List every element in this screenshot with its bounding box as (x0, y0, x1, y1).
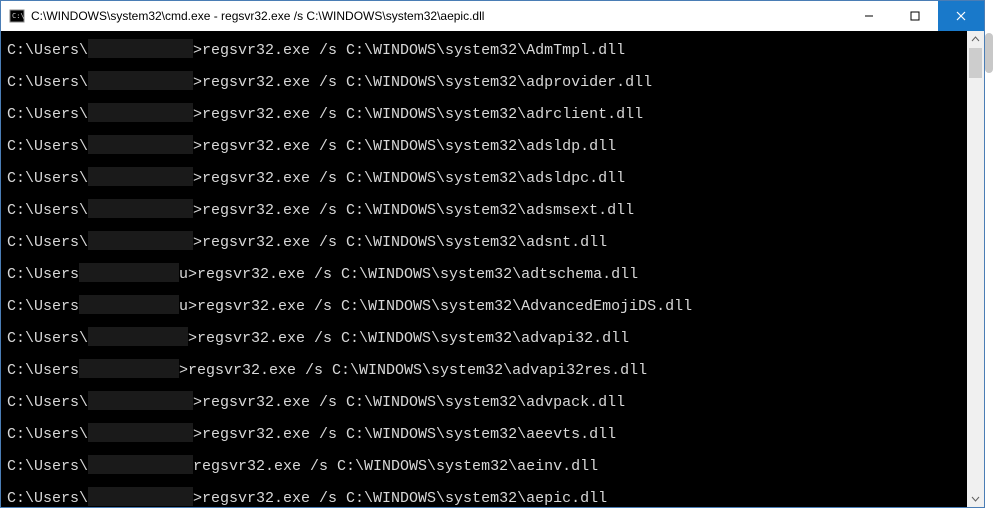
redacted-username (88, 327, 188, 346)
prompt-prefix: C:\Users\ (7, 106, 88, 123)
prompt-prefix: C:\Users\ (7, 426, 88, 443)
prompt-prefix: C:\Users\ (7, 458, 88, 475)
cmd-window: C:\ C:\WINDOWS\system32\cmd.exe - regsvr… (0, 0, 985, 508)
redacted-username (88, 423, 193, 442)
redacted-username (88, 167, 193, 186)
terminal-line: C:\Users\ >regsvr32.exe /s C:\WINDOWS\sys… (7, 387, 961, 419)
terminal-line: C:\Users\ >regsvr32.exe /s C:\WINDOWS\sys… (7, 227, 961, 259)
command-text: >regsvr32.exe /s C:\WINDOWS\system32\Adm… (193, 42, 625, 59)
prompt-prefix: C:\Users\ (7, 170, 88, 187)
prompt-prefix: C:\Users\ (7, 74, 88, 91)
terminal-line: C:\Users\ >regsvr32.exe /s C:\WINDOWS\sys… (7, 483, 961, 507)
command-text: u>regsvr32.exe /s C:\WINDOWS\system32\Ad… (179, 298, 692, 315)
command-text: >regsvr32.exe /s C:\WINDOWS\system32\adv… (188, 330, 629, 347)
redacted-username (88, 39, 193, 58)
terminal-line: C:\Users u>regsvr32.exe /s C:\WINDOWS\sys… (7, 291, 961, 323)
window-title: C:\WINDOWS\system32\cmd.exe - regsvr32.e… (31, 9, 846, 23)
redacted-username (79, 263, 179, 282)
terminal-line: C:\Users >regsvr32.exe /s C:\WINDOWS\syst… (7, 355, 961, 387)
scrollbar-track[interactable] (967, 48, 984, 490)
redacted-username (88, 231, 193, 250)
redacted-username (88, 487, 193, 506)
redacted-username (88, 199, 193, 218)
svg-text:C:\: C:\ (12, 12, 25, 20)
terminal-line: C:\Users\ >regsvr32.exe /s C:\WINDOWS\sys… (7, 35, 961, 67)
scroll-up-button[interactable] (967, 31, 984, 48)
command-text: >regsvr32.exe /s C:\WINDOWS\system32\ads… (193, 234, 607, 251)
prompt-prefix: C:\Users (7, 298, 79, 315)
terminal-line: C:\Users\ >regsvr32.exe /s C:\WINDOWS\sys… (7, 131, 961, 163)
vertical-scrollbar[interactable] (967, 31, 984, 507)
command-text: >regsvr32.exe /s C:\WINDOWS\system32\aee… (193, 426, 616, 443)
redacted-username (88, 103, 193, 122)
prompt-prefix: C:\Users (7, 266, 79, 283)
prompt-prefix: C:\Users\ (7, 202, 88, 219)
maximize-button[interactable] (892, 1, 938, 31)
command-text: >regsvr32.exe /s C:\WINDOWS\system32\ads… (193, 170, 625, 187)
prompt-prefix: C:\Users\ (7, 490, 88, 507)
terminal-line: C:\Users\ >regsvr32.exe /s C:\WINDOWS\sys… (7, 67, 961, 99)
terminal-line: C:\Users\ >regsvr32.exe /s C:\WINDOWS\sys… (7, 323, 961, 355)
command-text: >regsvr32.exe /s C:\WINDOWS\system32\adp… (193, 74, 652, 91)
terminal-line: C:\Users u>regsvr32.exe /s C:\WINDOWS\sys… (7, 259, 961, 291)
scrollbar-thumb[interactable] (969, 48, 982, 78)
terminal-body: C:\Users\ >regsvr32.exe /s C:\WINDOWS\sys… (1, 31, 984, 507)
command-text: >regsvr32.exe /s C:\WINDOWS\system32\adr… (193, 106, 643, 123)
redacted-username (88, 135, 193, 154)
command-text: >regsvr32.exe /s C:\WINDOWS\system32\ads… (193, 138, 616, 155)
prompt-prefix: C:\Users\ (7, 330, 88, 347)
prompt-prefix: C:\Users\ (7, 138, 88, 155)
scroll-down-button[interactable] (967, 490, 984, 507)
redacted-username (79, 359, 179, 378)
redacted-username (88, 455, 193, 474)
terminal-line: C:\Users\ >regsvr32.exe /s C:\WINDOWS\sys… (7, 419, 961, 451)
command-text: >regsvr32.exe /s C:\WINDOWS\system32\aep… (193, 490, 607, 507)
redacted-username (88, 391, 193, 410)
terminal-line: C:\Users\ >regsvr32.exe /s C:\WINDOWS\sys… (7, 163, 961, 195)
command-text: regsvr32.exe /s C:\WINDOWS\system32\aein… (193, 458, 598, 475)
terminal-line: C:\Users\ >regsvr32.exe /s C:\WINDOWS\sys… (7, 99, 961, 131)
command-text: u>regsvr32.exe /s C:\WINDOWS\system32\ad… (179, 266, 638, 283)
command-text: >regsvr32.exe /s C:\WINDOWS\system32\adv… (179, 362, 647, 379)
prompt-prefix: C:\Users\ (7, 42, 88, 59)
prompt-prefix: C:\Users\ (7, 394, 88, 411)
prompt-prefix: C:\Users\ (7, 234, 88, 251)
minimize-button[interactable] (846, 1, 892, 31)
titlebar[interactable]: C:\ C:\WINDOWS\system32\cmd.exe - regsvr… (1, 1, 984, 31)
window-controls (846, 1, 984, 31)
terminal-line: C:\Users\ regsvr32.exe /s C:\WINDOWS\syst… (7, 451, 961, 483)
page-scrollbar-thumb[interactable] (985, 33, 993, 73)
command-text: >regsvr32.exe /s C:\WINDOWS\system32\adv… (193, 394, 625, 411)
close-button[interactable] (938, 1, 984, 31)
cmd-icon: C:\ (9, 8, 25, 24)
redacted-username (88, 71, 193, 90)
command-text: >regsvr32.exe /s C:\WINDOWS\system32\ads… (193, 202, 634, 219)
terminal-output[interactable]: C:\Users\ >regsvr32.exe /s C:\WINDOWS\sys… (1, 31, 967, 507)
redacted-username (79, 295, 179, 314)
prompt-prefix: C:\Users (7, 362, 79, 379)
terminal-line: C:\Users\ >regsvr32.exe /s C:\WINDOWS\sys… (7, 195, 961, 227)
